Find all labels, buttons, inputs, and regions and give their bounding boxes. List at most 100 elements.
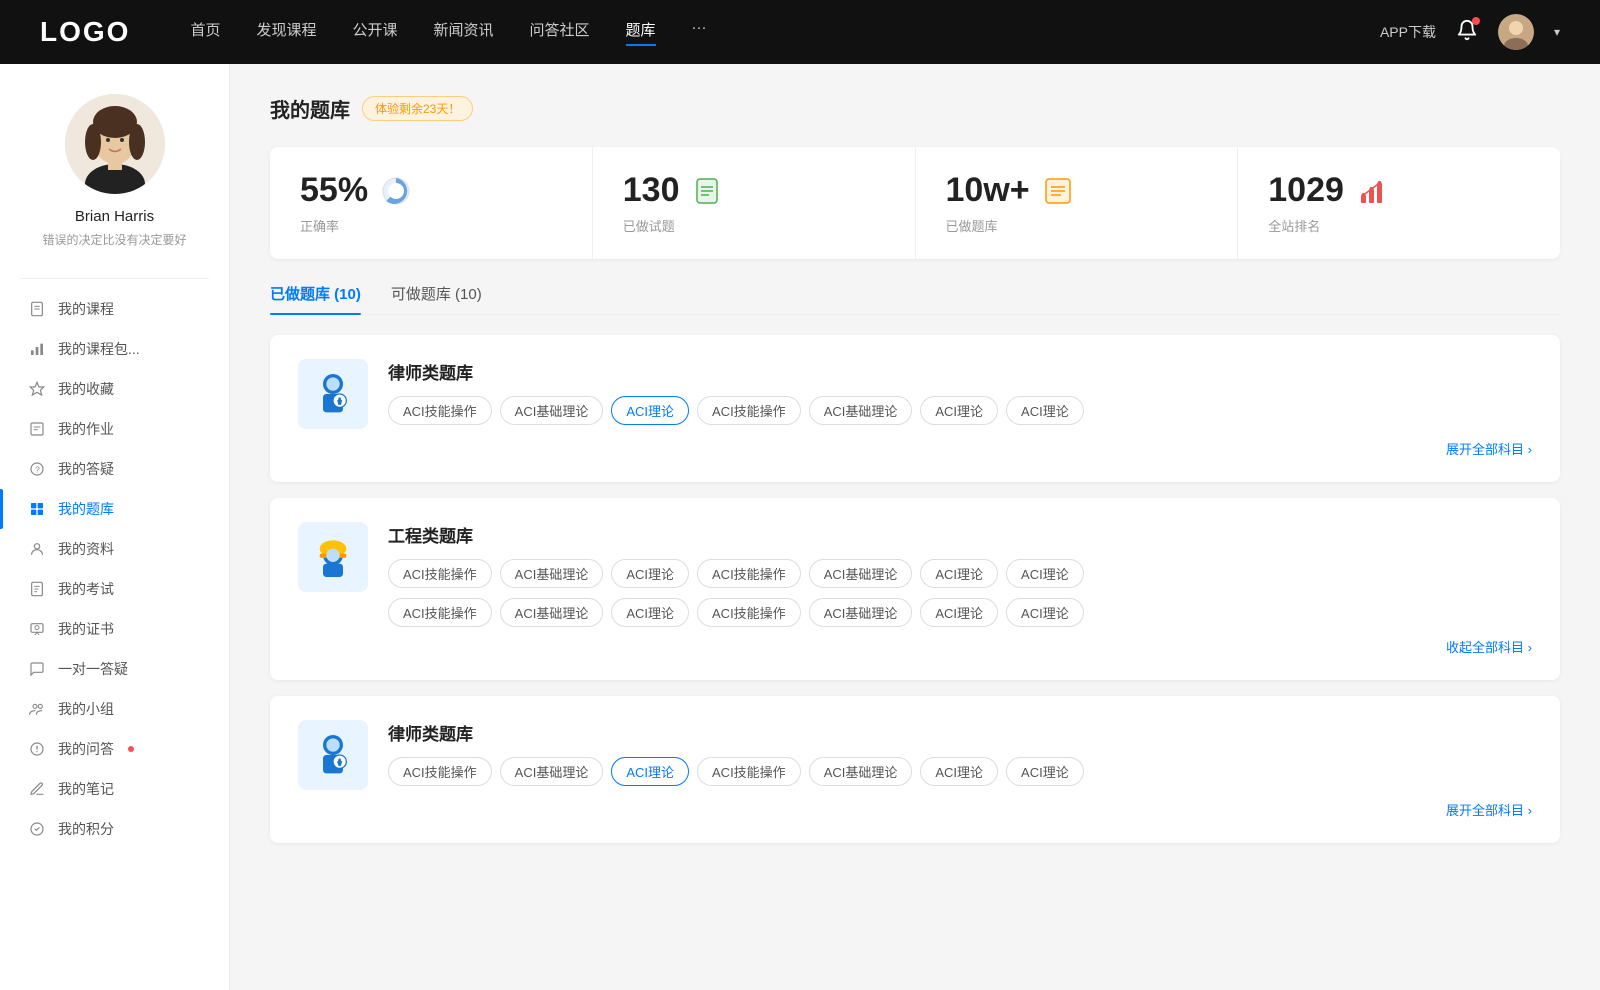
- stat-label: 正确率: [300, 216, 562, 235]
- sidebar-item-homework[interactable]: 我的作业: [0, 409, 229, 449]
- tag[interactable]: ACI基础理论: [809, 598, 913, 627]
- tag[interactable]: ACI技能操作: [697, 559, 801, 588]
- expand-link[interactable]: 展开全部科目 ›: [1446, 800, 1532, 819]
- tag[interactable]: ACI技能操作: [697, 757, 801, 786]
- avatar-dropdown-arrow[interactable]: ▾: [1554, 25, 1560, 39]
- tag[interactable]: ACI基础理论: [809, 559, 913, 588]
- tag[interactable]: ACI基础理论: [500, 598, 604, 627]
- tag[interactable]: ACI理论: [920, 396, 998, 425]
- qbank-card-lawyer-2: 律师类题库 ACI技能操作 ACI基础理论 ACI理论 ACI技能操作 ACI基…: [270, 696, 1560, 843]
- qbank-card-lawyer-1: 律师类题库 ACI技能操作 ACI基础理论 ACI理论 ACI技能操作 ACI基…: [270, 335, 1560, 482]
- tag[interactable]: ACI基础理论: [500, 559, 604, 588]
- sidebar-divider: [20, 278, 209, 279]
- bar-icon: [28, 340, 46, 358]
- tag[interactable]: ACI基础理论: [500, 757, 604, 786]
- sidebar-item-my-notes[interactable]: 我的笔记: [0, 769, 229, 809]
- collapse-link[interactable]: 收起全部科目 ›: [1446, 637, 1532, 656]
- qbank-footer: 收起全部科目 ›: [298, 637, 1532, 656]
- nav-home[interactable]: 首页: [190, 19, 220, 46]
- tag[interactable]: ACI技能操作: [697, 598, 801, 627]
- sidebar-item-my-profile[interactable]: 我的资料: [0, 529, 229, 569]
- sidebar-item-my-exam[interactable]: 我的考试: [0, 569, 229, 609]
- tag[interactable]: ACI技能操作: [697, 396, 801, 425]
- sidebar-item-label: 我的问答: [58, 739, 114, 759]
- qbank-body: 律师类题库 ACI技能操作 ACI基础理论 ACI理论 ACI技能操作 ACI基…: [388, 359, 1532, 425]
- sidebar-item-label: 我的题库: [58, 499, 114, 519]
- cert-icon: [28, 620, 46, 638]
- nav-qa[interactable]: 问答社区: [530, 19, 590, 46]
- tag[interactable]: ACI理论: [611, 559, 689, 588]
- sidebar-item-my-group[interactable]: 我的小组: [0, 689, 229, 729]
- svg-text:?: ?: [35, 464, 40, 474]
- grid-icon: [28, 500, 46, 518]
- qbank-header: 律师类题库 ACI技能操作 ACI基础理论 ACI理论 ACI技能操作 ACI基…: [298, 720, 1532, 790]
- sidebar-item-label: 我的课程: [58, 299, 114, 319]
- tag[interactable]: ACI技能操作: [388, 396, 492, 425]
- tag[interactable]: ACI理论: [1006, 559, 1084, 588]
- sidebar-item-label: 我的资料: [58, 539, 114, 559]
- sidebar-item-my-qa[interactable]: ? 我的答疑: [0, 449, 229, 489]
- list-orange-icon: [1042, 175, 1074, 207]
- tag-active[interactable]: ACI理论: [611, 396, 689, 425]
- tab-available-banks[interactable]: 可做题库 (10): [391, 283, 482, 314]
- tag[interactable]: ACI理论: [611, 598, 689, 627]
- tag[interactable]: ACI基础理论: [500, 396, 604, 425]
- tag[interactable]: ACI理论: [920, 757, 998, 786]
- tag-active[interactable]: ACI理论: [611, 757, 689, 786]
- app-download-button[interactable]: APP下载: [1380, 22, 1436, 42]
- qbank-card-engineer: 工程类题库 ACI技能操作 ACI基础理论 ACI理论 ACI技能操作 ACI基…: [270, 498, 1560, 680]
- sidebar-item-my-points[interactable]: 我的积分: [0, 809, 229, 849]
- sidebar-item-label: 一对一答疑: [58, 659, 128, 679]
- qa-unread-dot: [128, 746, 134, 752]
- avatar[interactable]: [1498, 14, 1534, 50]
- qbank-body: 工程类题库 ACI技能操作 ACI基础理论 ACI理论 ACI技能操作 ACI基…: [388, 522, 1532, 627]
- tag[interactable]: ACI理论: [1006, 598, 1084, 627]
- sidebar-item-my-course[interactable]: 我的课程: [0, 289, 229, 329]
- sidebar-item-label: 我的小组: [58, 699, 114, 719]
- expand-link[interactable]: 展开全部科目 ›: [1446, 439, 1532, 458]
- user-icon: [28, 540, 46, 558]
- nav-right: APP下载 ▾: [1380, 14, 1560, 50]
- stat-site-rank: 1029 全站排名: [1238, 147, 1560, 259]
- tag[interactable]: ACI理论: [920, 559, 998, 588]
- tag[interactable]: ACI技能操作: [388, 598, 492, 627]
- tag[interactable]: ACI理论: [1006, 396, 1084, 425]
- stat-top: 1029: [1268, 171, 1530, 210]
- pie-icon: [380, 175, 412, 207]
- stat-value: 130: [623, 171, 680, 210]
- sidebar-menu: 我的课程 我的课程包... 我的收藏 我的作业: [0, 289, 229, 849]
- sidebar-item-my-questions[interactable]: 我的问答: [0, 729, 229, 769]
- tag[interactable]: ACI理论: [920, 598, 998, 627]
- nav-open-class[interactable]: 公开课: [352, 19, 397, 46]
- tag[interactable]: ACI基础理论: [809, 396, 913, 425]
- tab-done-banks[interactable]: 已做题库 (10): [270, 283, 361, 314]
- sidebar-item-one-on-one[interactable]: 一对一答疑: [0, 649, 229, 689]
- nav-more[interactable]: ···: [692, 19, 707, 46]
- nav-discover[interactable]: 发现课程: [256, 19, 316, 46]
- sidebar-item-course-package[interactable]: 我的课程包...: [0, 329, 229, 369]
- tag[interactable]: ACI技能操作: [388, 559, 492, 588]
- page-layout: Brian Harris 错误的决定比没有决定要好 我的课程 我的课程包...: [0, 64, 1600, 990]
- stat-top: 10w+: [946, 171, 1208, 210]
- sidebar-item-my-qbank[interactable]: 我的题库: [0, 489, 229, 529]
- navbar: LOGO 首页 发现课程 公开课 新闻资讯 问答社区 题库 ··· APP下载 …: [0, 0, 1600, 64]
- sidebar: Brian Harris 错误的决定比没有决定要好 我的课程 我的课程包...: [0, 64, 230, 990]
- stats-row: 55% 正确率 130: [270, 147, 1560, 259]
- tag[interactable]: ACI理论: [1006, 757, 1084, 786]
- nav-qbank[interactable]: 题库: [626, 19, 656, 46]
- nav-news[interactable]: 新闻资讯: [434, 19, 494, 46]
- tag[interactable]: ACI基础理论: [809, 757, 913, 786]
- sidebar-profile: Brian Harris 错误的决定比没有决定要好: [0, 64, 229, 268]
- qbank-icon-lawyer-2: [298, 720, 368, 790]
- edit-icon: [28, 420, 46, 438]
- notification-bell[interactable]: [1456, 19, 1478, 46]
- sidebar-item-my-cert[interactable]: 我的证书: [0, 609, 229, 649]
- qbank-icon-engineer: [298, 522, 368, 592]
- stat-value: 10w+: [946, 171, 1030, 210]
- tabs-row: 已做题库 (10) 可做题库 (10): [270, 283, 1560, 315]
- qbank-tags-first-row: ACI技能操作 ACI基础理论 ACI理论 ACI技能操作 ACI基础理论 AC…: [388, 559, 1532, 588]
- main-content: 我的题库 体验剩余23天！ 55% 正确: [230, 64, 1600, 990]
- sidebar-item-favorites[interactable]: 我的收藏: [0, 369, 229, 409]
- qbank-header: 律师类题库 ACI技能操作 ACI基础理论 ACI理论 ACI技能操作 ACI基…: [298, 359, 1532, 429]
- tag[interactable]: ACI技能操作: [388, 757, 492, 786]
